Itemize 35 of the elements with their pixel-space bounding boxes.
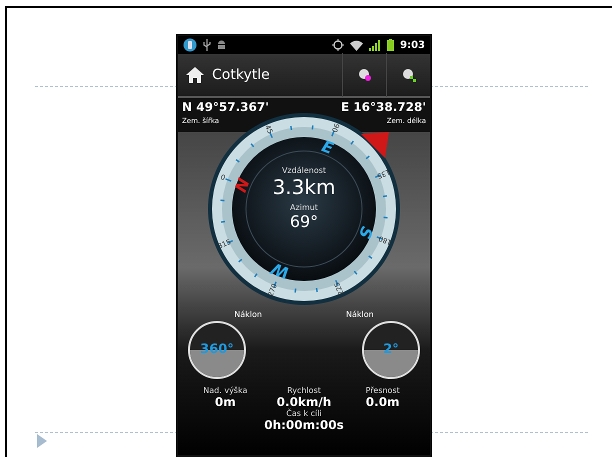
cardinal-letter: N <box>231 176 254 195</box>
app-icon <box>183 38 197 52</box>
status-time: 9:03 <box>400 40 425 50</box>
stat-value: 0m <box>214 395 236 409</box>
screen-title: Cotkytle <box>212 67 271 83</box>
stat-value: 0.0km/h <box>276 395 332 409</box>
latitude-value: N 49°57.367' <box>182 100 269 114</box>
stat-value: 0.0m <box>366 395 400 409</box>
cardinal-letter: S <box>354 224 377 242</box>
stat-label: Rychlost <box>287 386 321 395</box>
cardinal-letter: E <box>319 136 336 158</box>
target-point-icon <box>358 68 372 82</box>
distance-value: 3.3km <box>272 175 336 199</box>
tilt-label: Náklon <box>234 310 262 319</box>
longitude-value: E 16°38.728' <box>340 100 426 114</box>
stat-label: Přesnost <box>366 386 400 395</box>
time-to-target-value: 0h:00m:00s <box>264 418 344 432</box>
signal-icon <box>369 40 382 50</box>
bullet-triangle-icon <box>37 434 47 448</box>
time-to-target-label: Čas k cíli <box>286 409 322 418</box>
wifi-icon <box>350 40 364 50</box>
usb-icon <box>203 39 211 51</box>
home-icon[interactable] <box>186 67 204 83</box>
azimuth-value: 69° <box>290 212 318 232</box>
tilt-value: 360° <box>199 342 235 357</box>
cardinal-letter: W <box>268 258 292 283</box>
gps-icon <box>332 39 344 51</box>
target-pointer-icon <box>361 132 389 158</box>
tilt-value: 2° <box>382 342 400 357</box>
tilt-label: Náklon <box>346 310 374 319</box>
stat-label: Nad. výška <box>203 386 248 395</box>
distance-label: Vzdálenost <box>282 166 326 175</box>
waypoint-icon <box>402 68 416 82</box>
azimuth-label: Azimut <box>290 203 318 212</box>
battery-icon <box>387 39 394 51</box>
